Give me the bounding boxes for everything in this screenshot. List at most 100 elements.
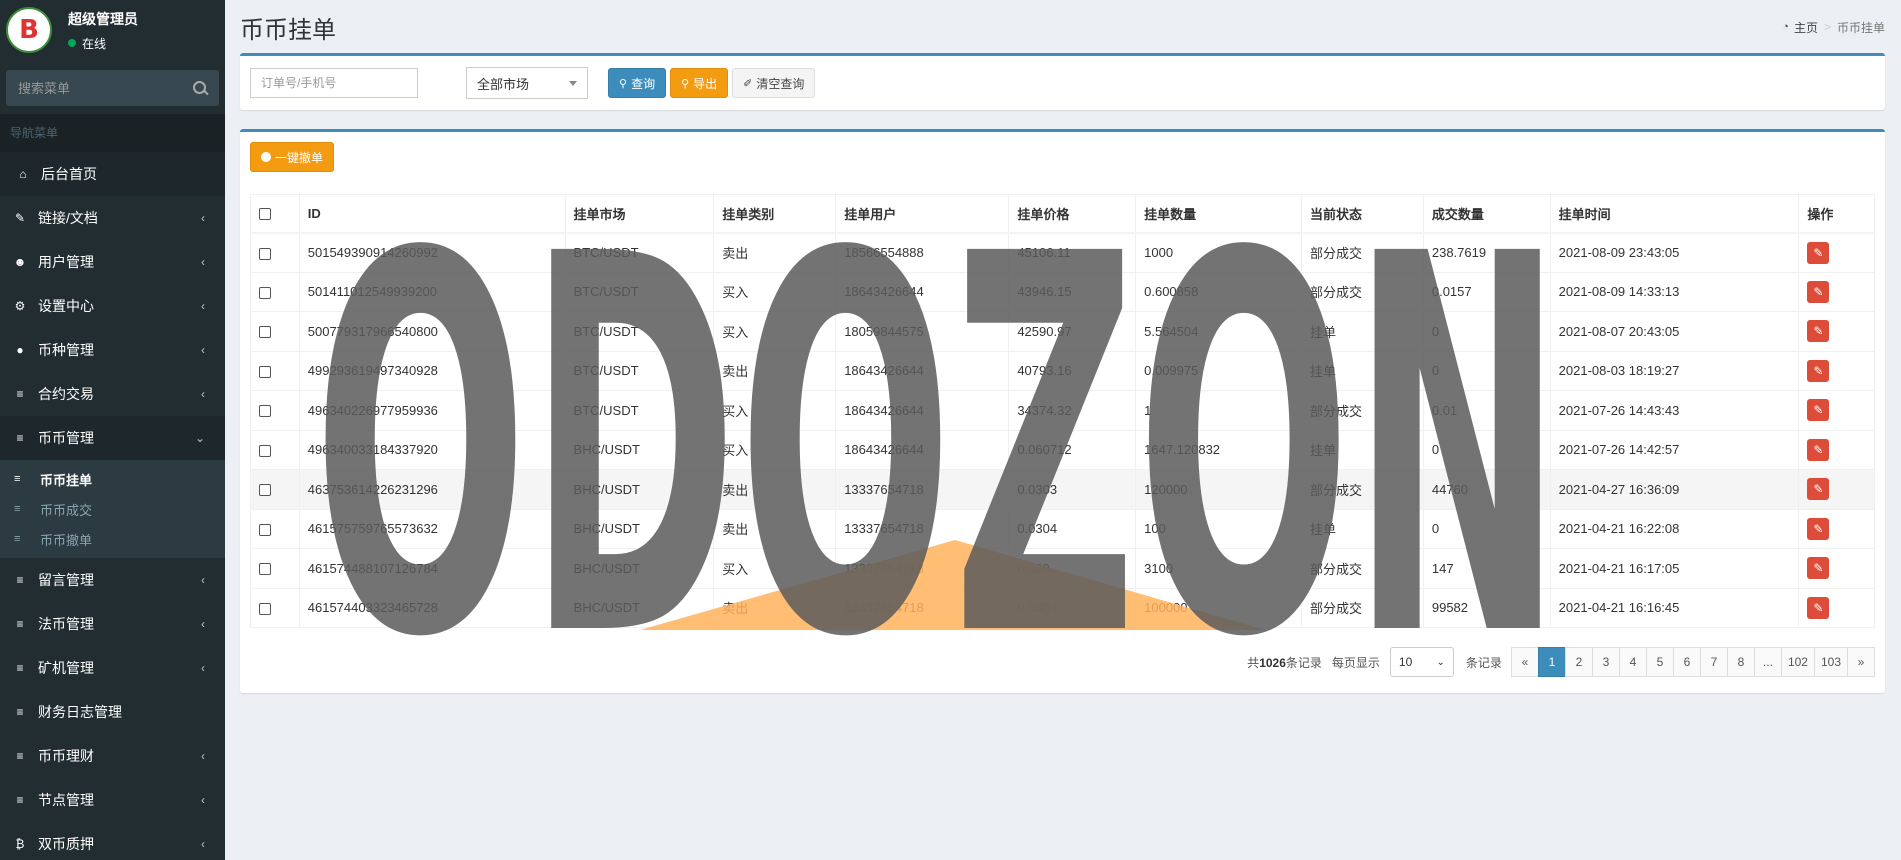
sidebar-item-label: 财务日志管理	[38, 704, 122, 720]
edit-button[interactable]: ✎	[1807, 359, 1830, 382]
sidebar-search-input[interactable]	[18, 80, 168, 96]
sidebar-item-6[interactable]: ≡ 币币管理 ⌄	[0, 416, 225, 460]
submenu-item-1[interactable]: ≡ 币币成交	[0, 494, 225, 524]
sidebar-item-label: 币币理财	[38, 748, 94, 764]
table-cell: 0.01	[1422, 390, 1551, 431]
table-cell: BHC/USDT	[564, 429, 715, 470]
page-link[interactable]: 6	[1672, 647, 1701, 677]
clear-query-button[interactable]: ✐ 清空查询	[732, 68, 816, 98]
sidebar-search	[6, 70, 219, 106]
row-checkbox[interactable]	[259, 484, 271, 497]
row-checkbox[interactable]	[259, 365, 271, 378]
column-header[interactable]: 成交数量	[1422, 194, 1551, 234]
sidebar-item-5[interactable]: ≡ 合约交易 ‹	[0, 372, 225, 416]
sidebar-item-1[interactable]: ✎ 链接/文档 ‹	[0, 196, 225, 240]
sidebar-item-2[interactable]: ☻ 用户管理 ‹	[0, 240, 225, 284]
row-checkbox[interactable]	[259, 563, 271, 576]
actions-cell: ✎	[1798, 469, 1875, 510]
edit-button[interactable]: ✎	[1807, 320, 1830, 343]
row-checkbox[interactable]	[259, 326, 271, 339]
column-header[interactable]: 挂单用户	[835, 194, 1010, 234]
table-row: 463753614226231296 BHC/USDT 卖出 13337654718 0…	[250, 469, 1875, 510]
page-link[interactable]: »	[1847, 647, 1875, 677]
page-link[interactable]: 5	[1645, 647, 1674, 677]
edit-button[interactable]: ✎	[1807, 241, 1830, 264]
sidebar-item-10[interactable]: ≡ 财务日志管理	[0, 690, 225, 734]
row-checkbox[interactable]	[259, 602, 271, 615]
market-select[interactable]: 全部市场	[466, 67, 588, 99]
edit-button[interactable]: ✎	[1807, 557, 1830, 580]
column-header[interactable]: 挂单价格	[1008, 194, 1137, 234]
user-info: 超级管理员 在线	[68, 9, 138, 52]
sidebar-item-9[interactable]: ≡ 矿机管理 ‹	[0, 646, 225, 690]
breadcrumb-home[interactable]: 主页	[1794, 19, 1818, 36]
table-cell: 0	[1422, 429, 1551, 470]
row-select-cell	[250, 508, 300, 549]
submenu-item-0[interactable]: ≡ 币币挂单	[0, 464, 225, 494]
page-link[interactable]: 7	[1699, 647, 1728, 677]
row-checkbox[interactable]	[259, 444, 271, 457]
edit-button[interactable]: ✎	[1807, 438, 1830, 461]
sidebar-item-3[interactable]: ⚙ 设置中心 ‹	[0, 284, 225, 328]
table-cell: 2021-08-03 18:19:27	[1549, 350, 1800, 391]
search-icon[interactable]	[193, 81, 207, 95]
page-link[interactable]: 3	[1591, 647, 1620, 677]
column-header[interactable]: 挂单类别	[713, 194, 837, 234]
page-link[interactable]: 1	[1537, 647, 1566, 677]
submenu: ≡ 币币挂单 ≡ 币币成交 ≡ 币币撤单	[0, 460, 225, 558]
sidebar-item-13[interactable]: ₿ 双币质押 ‹	[0, 822, 225, 860]
column-header[interactable]: 挂单时间	[1549, 194, 1800, 234]
edit-button[interactable]: ✎	[1807, 399, 1830, 422]
main-content: 币币挂单 ◔ 主页 > 币币挂单 全部市场 ⚲查询 ⚲导出 ✐清空查询 一键撤单…	[225, 0, 1901, 860]
sidebar-item-8[interactable]: ≡ 法币管理 ‹	[0, 602, 225, 646]
table-cell: 43946.15	[1008, 271, 1137, 312]
table-cell: 463753614226231296	[298, 469, 566, 510]
per-page-select[interactable]: 10 ⌄	[1389, 647, 1454, 677]
column-header[interactable]: 挂单数量	[1135, 194, 1302, 234]
table-cell: BTC/USDT	[564, 390, 715, 431]
table-cell: BTC/USDT	[564, 350, 715, 391]
column-header[interactable]: 当前状态	[1300, 194, 1424, 234]
pencil-icon: ✎	[1813, 245, 1824, 260]
page-link[interactable]: 2	[1564, 647, 1593, 677]
row-select-cell	[250, 350, 300, 391]
page-link[interactable]: 4	[1618, 647, 1647, 677]
list-icon: ≡	[14, 473, 21, 485]
market-select-value: 全部市场	[477, 76, 530, 92]
column-header[interactable]: 操作	[1798, 194, 1875, 234]
sidebar-item-12[interactable]: ≡ 节点管理 ‹	[0, 778, 225, 822]
order-search-input[interactable]	[250, 68, 418, 98]
sidebar-item-7[interactable]: ≡ 留言管理 ‹	[0, 558, 225, 602]
edit-button[interactable]: ✎	[1807, 517, 1830, 540]
table-cell: 461575759765573632	[298, 508, 566, 549]
sidebar-item-4[interactable]: ● 币种管理 ‹	[0, 328, 225, 372]
row-checkbox[interactable]	[259, 247, 271, 260]
submenu-item-2[interactable]: ≡ 币币撤单	[0, 524, 225, 554]
page-link[interactable]: «	[1510, 647, 1539, 677]
row-checkbox[interactable]	[259, 523, 271, 536]
edit-button[interactable]: ✎	[1807, 478, 1830, 501]
edit-button[interactable]: ✎	[1807, 596, 1830, 619]
page-link[interactable]: 102	[1780, 647, 1815, 677]
table-row: 499293619497340928 BTC/USDT 卖出 18643426644 4…	[250, 350, 1875, 391]
column-header[interactable]: 挂单市场	[564, 194, 715, 234]
user-status-label: 在线	[82, 36, 107, 51]
row-checkbox[interactable]	[259, 286, 271, 299]
row-select-cell	[250, 548, 300, 589]
page-link[interactable]: 8	[1726, 647, 1755, 677]
select-all-checkbox[interactable]	[259, 208, 271, 221]
table-row: 500779317966540800 BTC/USDT 买入 18059844575 4…	[250, 311, 1875, 352]
table-cell: 挂单	[1300, 311, 1424, 352]
page-link[interactable]: 103	[1813, 647, 1848, 677]
sidebar-item-11[interactable]: ≡ 币币理财 ‹	[0, 734, 225, 778]
query-button[interactable]: ⚲ 查询	[608, 68, 667, 98]
export-button[interactable]: ⚲ 导出	[670, 68, 729, 98]
row-checkbox[interactable]	[259, 405, 271, 418]
edit-button[interactable]: ✎	[1807, 280, 1830, 303]
table-cell: 499293619497340928	[298, 350, 566, 391]
column-header[interactable]: ID	[298, 194, 566, 234]
sidebar-item-0[interactable]: ⌂ 后台首页	[0, 152, 225, 196]
bulk-cancel-button[interactable]: 一键撤单	[250, 142, 335, 172]
table-cell: BHC/USDT	[564, 587, 715, 628]
table-cell: 18643426644	[835, 429, 1010, 470]
